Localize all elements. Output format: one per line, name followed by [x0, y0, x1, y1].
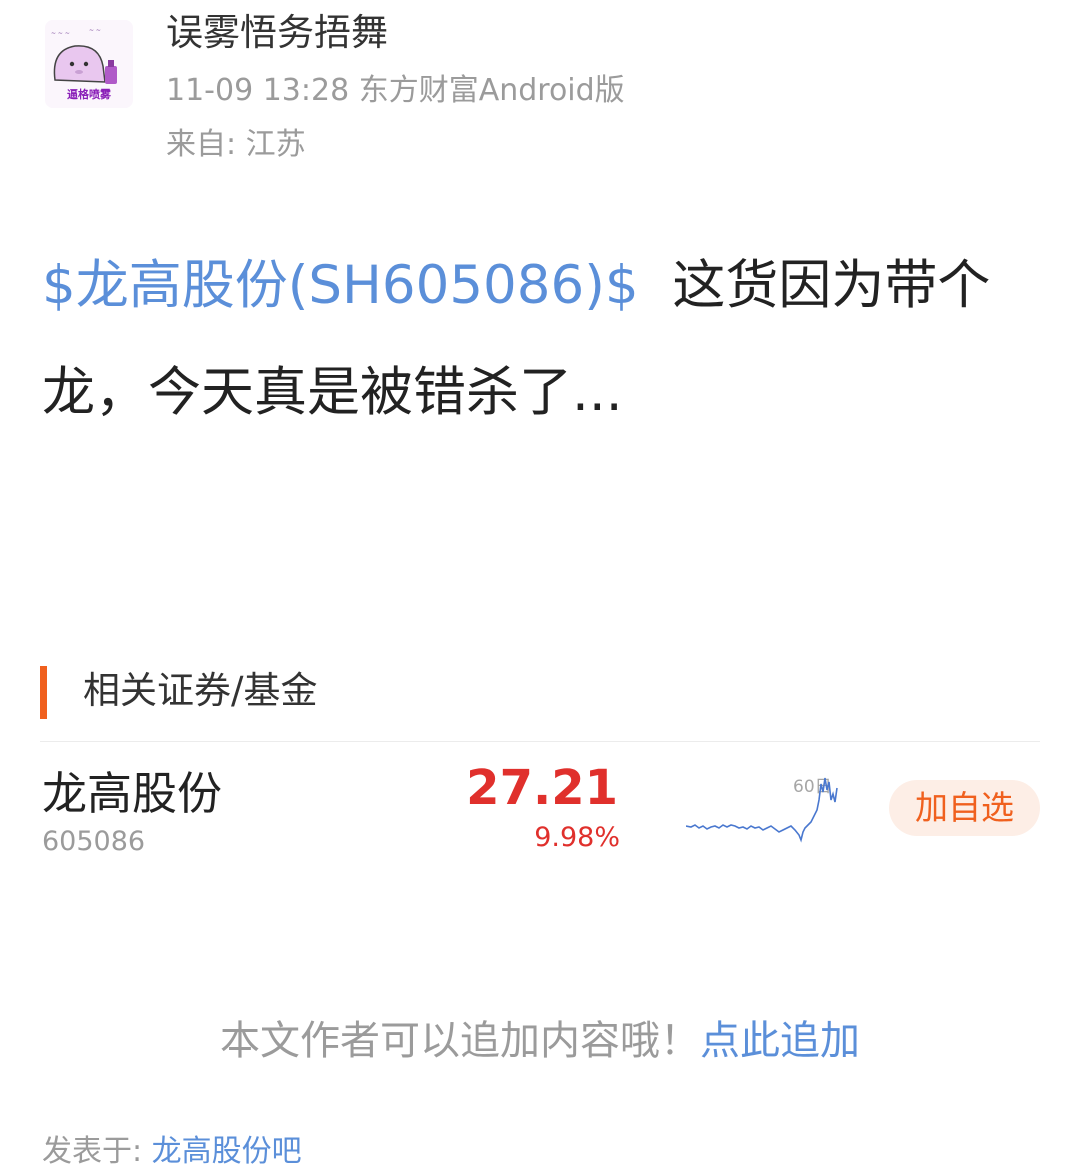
svg-text:~ ~ ~: ~ ~ ~ — [51, 30, 70, 37]
post-location: 来自: 江苏 — [166, 127, 306, 162]
section-title: 相关证券/基金 — [83, 669, 318, 712]
add-watchlist-button[interactable]: 加自选 — [889, 780, 1040, 836]
posted-in: 发表于: 龙高股份吧 — [42, 1130, 302, 1174]
append-link[interactable]: 点此追加 — [700, 1018, 860, 1064]
append-hint: 本文作者可以追加内容哦！ — [220, 1018, 700, 1064]
post-meta: 11-09 13:28 东方财富Android版 — [166, 73, 625, 108]
avatar-caption: 逼格喷雾 — [67, 87, 112, 101]
stock-tag-link[interactable]: $龙高股份(SH605086)$ — [42, 255, 639, 316]
append-content-line: 本文作者可以追加内容哦！点此追加 — [0, 1015, 1080, 1067]
forum-link[interactable]: 龙高股份吧 — [152, 1134, 302, 1169]
author-name[interactable]: 误雾悟务捂舞 — [166, 10, 388, 56]
stock-name[interactable]: 龙高股份 — [42, 766, 222, 822]
post-content: $龙高股份(SH605086)$ 这货因为带个龙，今天真是被错杀了... — [42, 232, 1027, 446]
avatar-image: ~ ~ ~ ~ ~ 逼格喷雾 — [45, 20, 133, 108]
avatar[interactable]: ~ ~ ~ ~ ~ 逼格喷雾 — [45, 20, 133, 108]
section-accent-bar — [40, 666, 47, 719]
stock-change: 9.98% — [534, 822, 620, 853]
posted-in-label: 发表于: — [42, 1134, 152, 1169]
sparkline-chart[interactable]: 60日 — [686, 770, 841, 850]
svg-text:~ ~: ~ ~ — [89, 27, 101, 34]
divider — [40, 741, 1040, 742]
stock-price: 27.21 — [466, 760, 618, 816]
stock-code: 605086 — [42, 826, 146, 857]
